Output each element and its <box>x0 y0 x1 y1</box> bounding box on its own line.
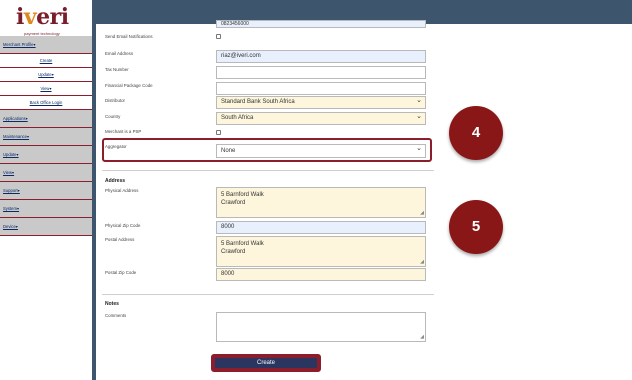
postal-address-line2: Crawford <box>221 249 246 255</box>
step-5-badge: 5 <box>449 200 503 254</box>
sidebar-item-maintenance[interactable]: Maintenance▾ <box>0 128 92 146</box>
merchant-form: 0823456000 Send Email Notifications Emai… <box>96 20 436 380</box>
send-email-checkbox[interactable] <box>216 34 221 39</box>
physical-zip-label: Physical Zip Code <box>105 223 141 228</box>
physical-address-textarea[interactable]: 5 Barnford Walk Crawford ◢ <box>216 187 426 218</box>
tax-number-label: Tax Number <box>105 67 129 72</box>
resize-grip-icon[interactable]: ◢ <box>420 258 424 266</box>
physical-zip-field[interactable]: 8000 <box>216 221 426 234</box>
divider <box>102 294 434 295</box>
sidebar-item-back-office-login[interactable]: Back Office Login <box>0 96 92 110</box>
distributor-label: Distributor <box>105 98 126 103</box>
aggregator-select[interactable]: None <box>216 143 426 158</box>
country-value: South Africa <box>221 115 254 121</box>
postal-address-line1: 5 Barnford Walk <box>221 241 264 247</box>
postal-zip-label: Postal Zip Code <box>105 270 137 275</box>
tax-number-field[interactable] <box>216 66 426 79</box>
sidebar-item-applications[interactable]: Applications▾ <box>0 110 92 128</box>
divider <box>102 170 434 171</box>
logo-wordmark: iveri <box>16 4 69 30</box>
email-field[interactable]: riaz@iveri.com <box>216 50 426 63</box>
distributor-value: Standard Bank South Africa <box>221 99 295 105</box>
sidebar-item-create[interactable]: Create <box>0 54 92 68</box>
sidebar-item-merchant-profile[interactable]: Merchant Profile▾ <box>0 36 92 54</box>
sidebar-item-view[interactable]: View▾ <box>0 82 92 96</box>
notes-section-title: Notes <box>105 301 119 307</box>
send-email-label: Send Email Notifications <box>105 34 153 39</box>
financial-package-label: Financial Package Code <box>105 83 153 88</box>
psp-checkbox[interactable] <box>216 130 221 135</box>
create-button[interactable]: Create <box>215 358 317 368</box>
aggregator-value: None <box>221 148 236 154</box>
address-section-title: Address <box>105 178 126 184</box>
resize-grip-icon[interactable]: ◢ <box>420 333 424 341</box>
sidebar-item-system[interactable]: System▾ <box>0 200 92 218</box>
postal-address-textarea[interactable]: 5 Barnford Walk Crawford ◢ <box>216 236 426 267</box>
psp-label: Merchant is a PSP <box>105 129 142 134</box>
create-button-highlight: Create <box>211 354 321 372</box>
comments-label: Comments <box>105 313 127 318</box>
physical-address-label: Physical Address <box>105 188 139 193</box>
sidebar-item-update-2[interactable]: Update▾ <box>0 146 92 164</box>
country-label: Country <box>105 114 121 119</box>
sidebar-item-device[interactable]: Device▾ <box>0 218 92 236</box>
comments-textarea[interactable]: ◢ <box>216 312 426 342</box>
top-field-partial[interactable]: 0823456000 <box>216 20 426 28</box>
financial-package-field[interactable] <box>216 82 426 95</box>
sidebar-item-view-2[interactable]: View▾ <box>0 164 92 182</box>
country-select[interactable]: South Africa <box>216 111 426 125</box>
resize-grip-icon[interactable]: ◢ <box>420 209 424 217</box>
sidebar-nav: Merchant Profile▾ Create Update▾ View▾ B… <box>0 36 92 236</box>
sidebar-item-support[interactable]: Support▾ <box>0 182 92 200</box>
physical-address-line1: 5 Barnford Walk <box>221 192 264 198</box>
postal-zip-field[interactable]: 8000 <box>216 268 426 281</box>
postal-address-label: Postal Address <box>105 237 135 242</box>
sidebar: iveri payment technology Merchant Profil… <box>0 0 92 380</box>
iveri-logo: iveri payment technology <box>4 4 88 36</box>
email-label: Email Address <box>105 51 134 56</box>
physical-address-line2: Crawford <box>221 200 246 206</box>
step-4-badge: 4 <box>449 106 503 160</box>
aggregator-label: Aggregator <box>105 144 127 149</box>
distributor-select[interactable]: Standard Bank South Africa <box>216 95 426 109</box>
sidebar-item-update[interactable]: Update▾ <box>0 68 92 82</box>
